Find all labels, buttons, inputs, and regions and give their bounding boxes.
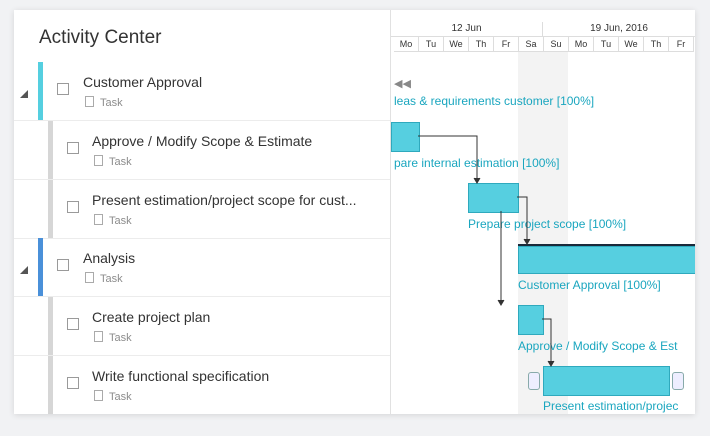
day-header: Fr [669,37,694,52]
list-item[interactable]: Customer Approval Task [14,62,390,121]
collapse-triangle-icon[interactable] [20,90,28,98]
gantt-task-label: Customer Approval [100%] [518,278,661,292]
gantt-task-label: Approve / Modify Scope & Est [518,339,678,353]
document-icon [85,272,94,283]
collapse-triangle-icon[interactable] [20,266,28,274]
task-label: Create project plan [92,309,211,325]
day-header: We [619,37,644,52]
link-handle-icon[interactable] [672,372,684,390]
document-icon [85,96,94,107]
gantt-task-bar[interactable] [391,122,420,152]
double-chevron-left-icon[interactable]: ◀◀ [394,77,411,90]
list-item[interactable]: Approve / Modify Scope & Estimate Task [14,121,390,180]
task-type: Task [94,331,132,344]
task-label: Present estimation/project scope for cus… [92,192,357,208]
week-header: 12 Jun [391,22,543,37]
document-icon [94,155,103,166]
task-type: Task [94,155,132,168]
row-color-bar [48,356,53,414]
task-label: Approve / Modify Scope & Estimate [92,133,313,149]
day-header: Tu [419,37,444,52]
gantt-task-bar[interactable] [468,183,519,213]
task-label: Customer Approval [83,74,203,90]
document-icon [94,214,103,225]
day-header: Fr [494,37,519,52]
task-label: Write functional specification [92,368,270,384]
task-label: Analysis [83,250,136,266]
list-item[interactable]: Present estimation/project scope for cus… [14,180,390,239]
day-header: We [444,37,469,52]
list-item[interactable]: Write functional specification Task [14,356,390,414]
week-header: 19 Jun, 2016 [543,22,695,37]
row-color-bar [48,121,53,179]
task-type: Task [85,96,123,109]
task-type: Task [94,390,132,403]
day-header: Tu [594,37,619,52]
row-color-bar [48,297,53,355]
row-checkbox[interactable] [67,142,79,154]
row-checkbox[interactable] [67,201,79,213]
document-icon [94,331,103,342]
row-checkbox[interactable] [67,377,79,389]
link-handle-icon[interactable] [528,372,540,390]
row-checkbox[interactable] [57,259,69,271]
task-type: Task [85,272,123,285]
list-item[interactable]: Analysis Task [14,238,390,297]
day-header: Sa [519,37,544,52]
row-checkbox[interactable] [67,318,79,330]
row-checkbox[interactable] [57,83,69,95]
document-icon [94,390,103,401]
gantt-task-label: pare internal estimation [100%] [394,156,560,170]
row-color-bar [48,180,53,238]
gantt-task-bar[interactable] [518,305,544,335]
gantt-task-label: leas & requirements customer [100%] [394,94,595,108]
day-header: Th [469,37,494,52]
gantt-chart: 12 Jun 19 Jun, 2016 Mo Tu We Th Fr Sa Su… [391,10,695,414]
list-item[interactable]: Create project plan Task [14,297,390,356]
activity-center-panel: Activity Center Customer Approval Task A… [14,10,695,414]
page-title: Activity Center [39,27,162,48]
row-color-bar [38,62,43,120]
row-color-bar [38,238,43,296]
day-header: Su [544,37,569,52]
day-header: Mo [394,37,419,52]
task-list: Activity Center Customer Approval Task A… [14,10,391,414]
task-type: Task [94,214,132,227]
day-header: Mo [569,37,594,52]
day-header: Th [644,37,669,52]
gantt-task-bar[interactable] [543,366,670,396]
gantt-task-label: Prepare project scope [100%] [468,217,627,231]
gantt-task-label: Present estimation/projec [543,399,679,413]
gantt-task-bar[interactable] [518,246,695,274]
